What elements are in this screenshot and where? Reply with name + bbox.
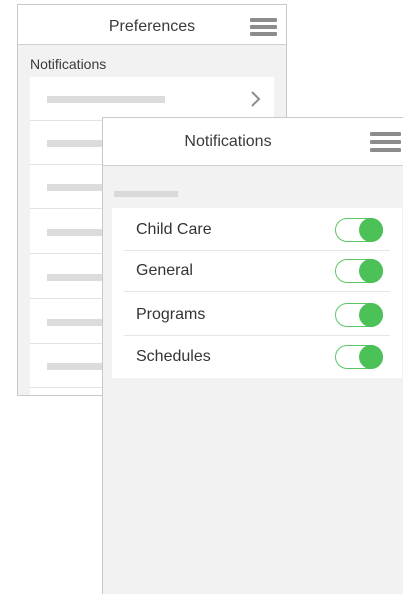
toggle-label: Schedules — [136, 348, 211, 365]
chevron-right-icon — [251, 91, 261, 107]
general-toggle[interactable] — [335, 259, 383, 283]
toggle-row-schedules[interactable]: Schedules — [112, 335, 402, 378]
toggle-label: Programs — [136, 306, 206, 323]
notifications-title: Notifications — [184, 133, 272, 150]
list-item[interactable] — [30, 77, 274, 121]
notifications-screen: Notifications Child Care General Program… — [102, 117, 403, 594]
notification-toggle-list: Child Care General Programs Schedules — [112, 208, 402, 378]
toggle-knob — [359, 259, 383, 283]
toggle-row-child-care[interactable]: Child Care — [112, 208, 402, 251]
preferences-title: Preferences — [108, 18, 196, 35]
toggle-row-programs[interactable]: Programs — [112, 293, 402, 336]
schedules-toggle[interactable] — [335, 345, 383, 369]
toggle-label: Child Care — [136, 221, 212, 238]
preferences-header: Preferences — [18, 5, 286, 45]
toggle-label: General — [136, 262, 193, 279]
section-header-placeholder — [114, 191, 178, 197]
notifications-section-label: Notifications — [30, 56, 107, 72]
toggle-knob — [359, 218, 383, 242]
programs-toggle[interactable] — [335, 303, 383, 327]
toggle-knob — [359, 303, 383, 327]
notifications-header: Notifications — [103, 118, 403, 166]
hamburger-menu-icon[interactable] — [370, 132, 401, 154]
child-care-toggle[interactable] — [335, 218, 383, 242]
placeholder-text-bar — [47, 96, 165, 103]
toggle-row-general[interactable]: General — [112, 249, 402, 292]
hamburger-menu-icon[interactable] — [250, 18, 277, 37]
toggle-knob — [359, 345, 383, 369]
